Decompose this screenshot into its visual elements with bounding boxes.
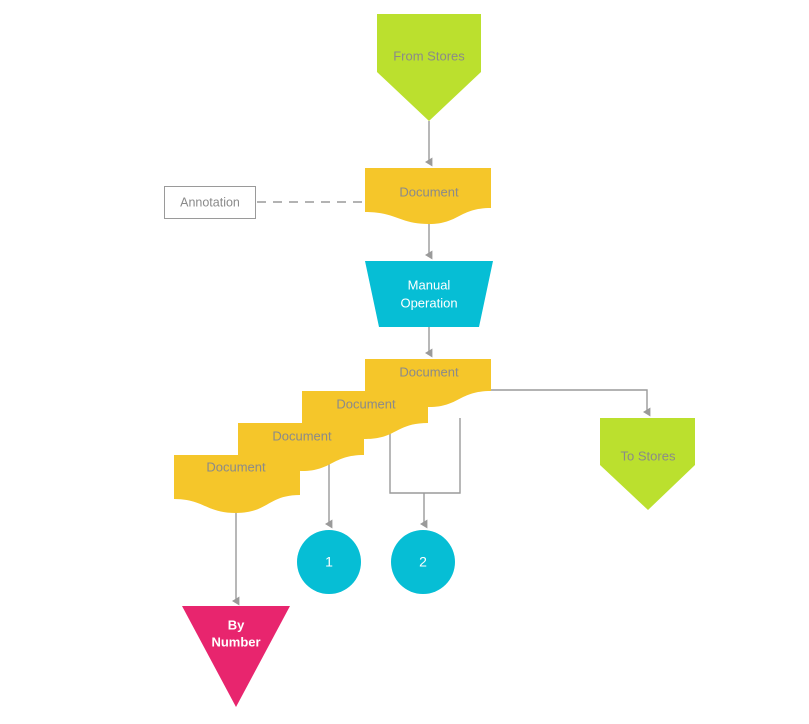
- flowchart-canvas: From Stores Annotation Document Manual O…: [0, 0, 809, 724]
- document-1-shape[interactable]: [365, 168, 491, 224]
- flowchart-diagram: From Stores Annotation Document Manual O…: [164, 14, 695, 707]
- connector-1-label: 1: [325, 554, 333, 570]
- node-annotation[interactable]: Annotation: [164, 186, 256, 219]
- node-connector-2[interactable]: 2: [391, 530, 455, 594]
- annotation-label: Annotation: [180, 195, 240, 209]
- node-to-stores[interactable]: To Stores: [600, 418, 695, 510]
- edge-documents-to-to-stores: [491, 389, 651, 417]
- by-number-label-line-2: Number: [211, 634, 260, 649]
- node-document-1[interactable]: Document: [365, 168, 491, 224]
- node-manual-operation[interactable]: Manual Operation: [365, 261, 493, 327]
- to-stores-shape[interactable]: [600, 418, 695, 510]
- node-by-number[interactable]: By Number: [182, 606, 290, 707]
- node-from-stores[interactable]: From Stores: [377, 14, 481, 121]
- manual-operation-shape[interactable]: [365, 261, 493, 327]
- from-stores-shape[interactable]: [377, 14, 481, 121]
- document-stack-1-shape[interactable]: [174, 455, 300, 513]
- connector-2-label: 2: [419, 554, 427, 570]
- node-connector-1[interactable]: 1: [297, 530, 361, 594]
- node-document-stack-1[interactable]: Document: [174, 455, 300, 513]
- by-number-label-line-1: By: [228, 617, 245, 632]
- edge-documents-to-connector-2-route: [389, 418, 461, 494]
